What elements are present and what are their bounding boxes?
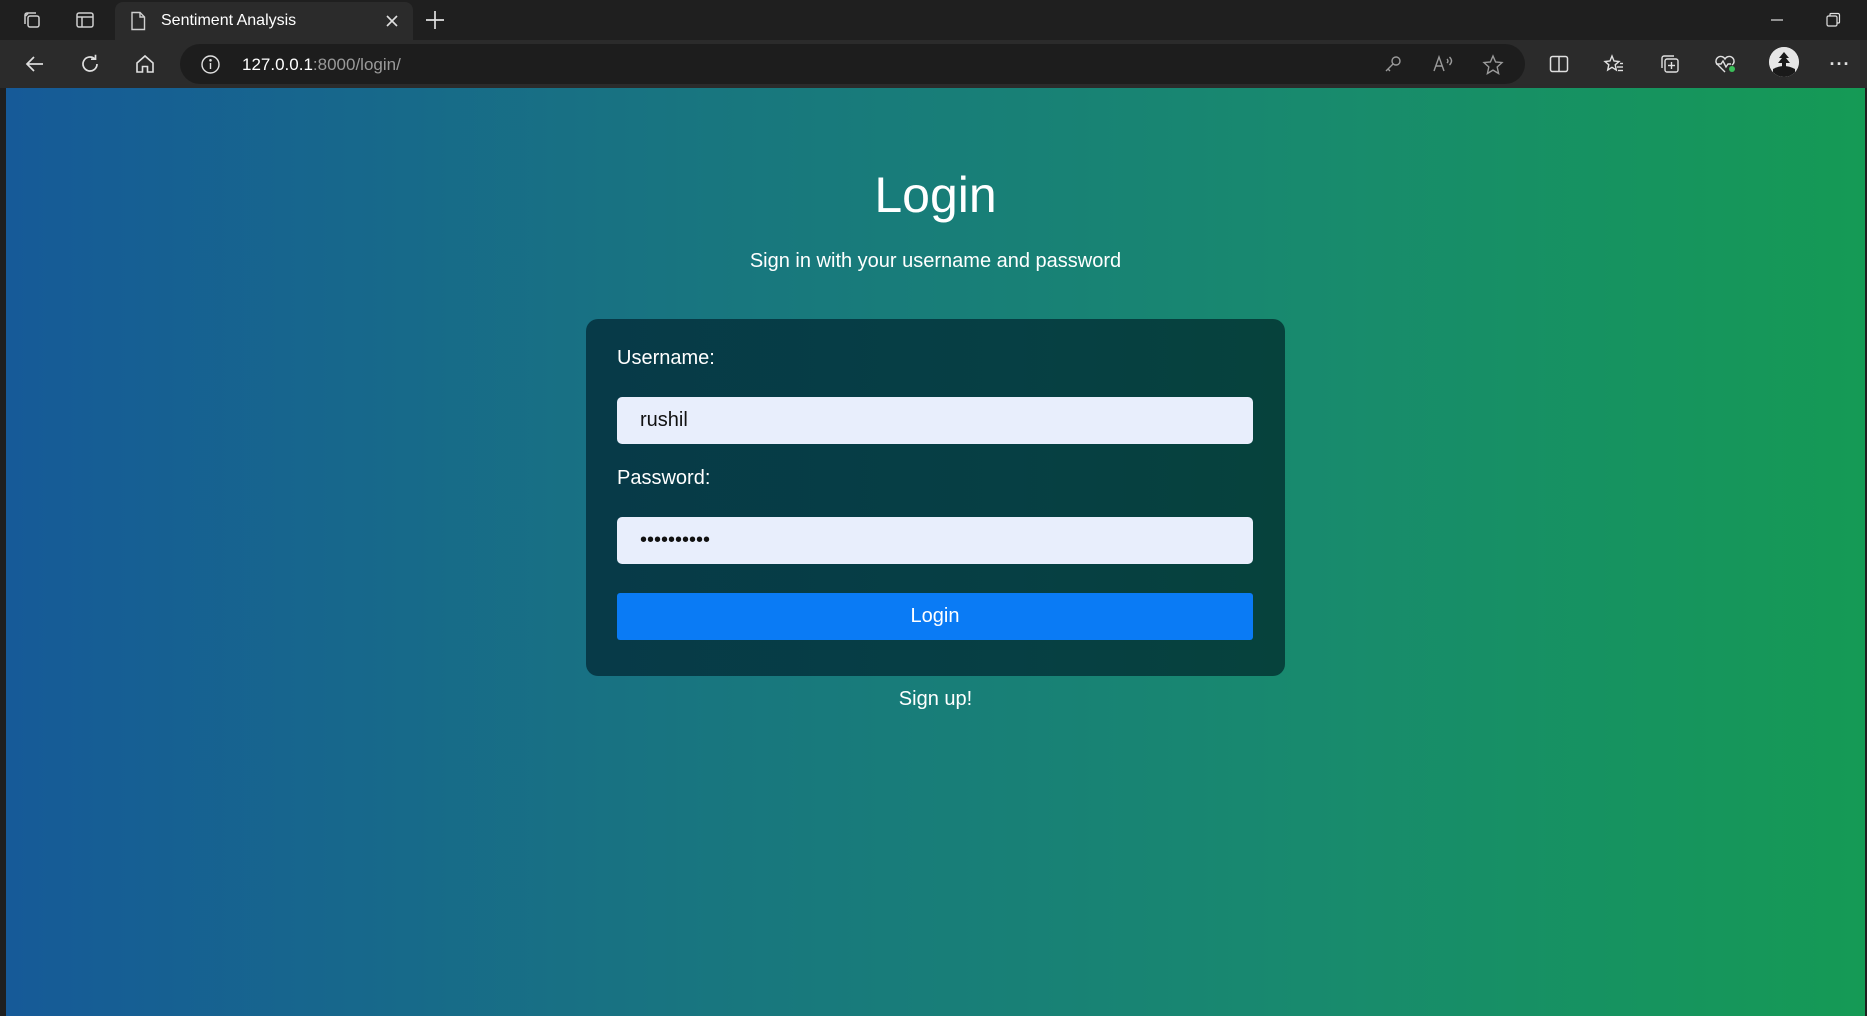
username-input[interactable] [617, 397, 1253, 444]
favorite-star-icon[interactable] [1482, 54, 1504, 81]
password-key-icon[interactable] [1383, 54, 1403, 79]
url-path: :8000/login/ [312, 55, 401, 74]
profile-avatar[interactable] [1769, 47, 1799, 77]
tab-title: Sentiment Analysis [161, 12, 297, 29]
page-subtitle: Sign in with your username and password [749, 250, 1122, 272]
tab-strip: Sentiment Analysis [0, 0, 1867, 40]
url-host: 127.0.0.1 [242, 55, 313, 74]
username-label: Username: [617, 347, 715, 369]
address-bar[interactable]: 127.0.0.1:8000/login/ [180, 44, 1525, 84]
password-input[interactable] [617, 517, 1253, 564]
page-viewport: Login Sign in with your username and pas… [6, 88, 1865, 1016]
site-info-icon[interactable] [200, 54, 221, 80]
split-screen-icon[interactable] [1545, 50, 1573, 78]
close-tab-icon[interactable] [384, 13, 400, 34]
more-menu-icon[interactable]: ··· [1826, 50, 1854, 78]
tab-actions-icon[interactable] [72, 7, 98, 33]
page-icon [130, 11, 146, 36]
back-icon[interactable] [21, 50, 49, 78]
url-text[interactable]: 127.0.0.1:8000/login/ [242, 55, 401, 75]
collections-icon[interactable] [1656, 50, 1684, 78]
page-title: Login [874, 167, 997, 223]
home-icon[interactable] [131, 50, 159, 78]
active-tab[interactable]: Sentiment Analysis [115, 2, 413, 40]
favorites-icon[interactable] [1600, 50, 1628, 78]
read-aloud-icon[interactable] [1432, 54, 1454, 79]
refresh-icon[interactable] [76, 50, 104, 78]
restore-icon[interactable] [1823, 10, 1843, 35]
login-button[interactable]: Login [617, 593, 1253, 640]
minimize-icon[interactable] [1767, 10, 1787, 35]
more-menu-glyph: ··· [1829, 53, 1851, 74]
workspaces-icon[interactable] [19, 7, 45, 33]
login-form: Username: Password: Login [586, 319, 1285, 676]
browser-toolbar: 127.0.0.1:8000/login/ ··· [0, 40, 1867, 88]
password-label: Password: [617, 467, 711, 489]
browser-essentials-icon[interactable] [1711, 50, 1739, 78]
new-tab-icon[interactable] [423, 8, 447, 37]
signup-link[interactable]: Sign up! [6, 688, 1865, 711]
